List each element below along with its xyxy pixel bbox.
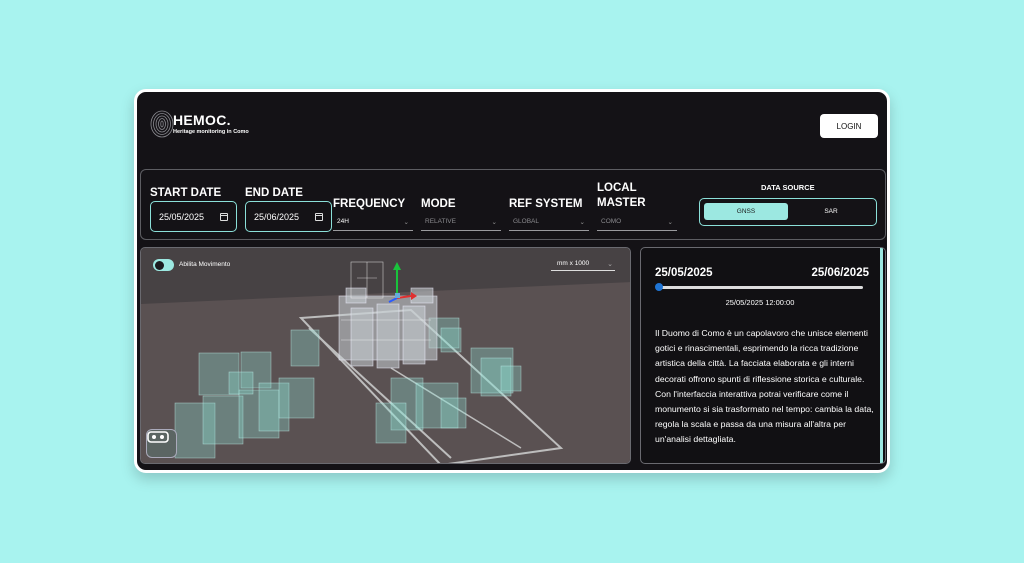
filters-bar: START DATE 25/05/2025 END DATE 25/06/202… bbox=[140, 169, 886, 240]
local-master-select[interactable]: COMO ⌄ bbox=[597, 213, 677, 231]
data-source-sar[interactable]: SAR bbox=[789, 203, 873, 220]
end-date-value: 25/06/2025 bbox=[254, 211, 300, 222]
current-timestamp: 25/05/2025 12:00:00 bbox=[725, 298, 795, 307]
range-end-date: 25/06/2025 bbox=[811, 267, 869, 279]
scale-value: mm x 1000 bbox=[557, 260, 590, 267]
data-source-toggle: GNSS SAR bbox=[699, 198, 877, 226]
calendar-icon[interactable] bbox=[315, 212, 323, 221]
frequency-label: FREQUENCY bbox=[333, 198, 406, 210]
app-subtitle: Heritage monitoring in Como bbox=[173, 129, 249, 135]
monument-description: Il Duomo di Como è un capolavoro che uni… bbox=[655, 328, 874, 445]
chevron-down-icon: ⌄ bbox=[607, 260, 613, 268]
chevron-down-icon: ⌄ bbox=[491, 218, 497, 226]
panel-scrollbar[interactable] bbox=[880, 248, 883, 463]
app-name: HEMOC. bbox=[173, 112, 231, 128]
end-date-input[interactable]: 25/06/2025 bbox=[245, 201, 332, 232]
range-start-date: 25/05/2025 bbox=[655, 267, 713, 279]
login-button[interactable]: LOGIN bbox=[820, 114, 878, 138]
time-slider-track[interactable] bbox=[657, 286, 863, 289]
vr-button[interactable] bbox=[146, 429, 177, 458]
movement-toggle[interactable] bbox=[153, 259, 174, 271]
start-date-label: START DATE bbox=[150, 187, 222, 199]
calendar-icon[interactable] bbox=[220, 212, 228, 221]
start-date-value: 25/05/2025 bbox=[159, 211, 205, 222]
ref-system-value: GLOBAL bbox=[513, 218, 540, 225]
start-date-input[interactable]: 25/05/2025 bbox=[150, 201, 237, 232]
movement-toggle-label: Abilita Movimento bbox=[179, 261, 231, 268]
frequency-select[interactable]: 24H ⌄ bbox=[333, 213, 413, 231]
logo: HEMOC. Heritage monitoring in Como bbox=[149, 108, 269, 142]
vr-headset-icon bbox=[147, 431, 169, 443]
app-window: HEMOC. Heritage monitoring in Como LOGIN… bbox=[134, 89, 890, 473]
3d-viewer[interactable]: Abilita Movimento mm x 1000 ⌄ bbox=[140, 247, 631, 464]
mode-value: RELATIVE bbox=[425, 218, 456, 225]
data-source-gnss[interactable]: GNSS bbox=[704, 203, 788, 220]
3d-scene[interactable] bbox=[141, 248, 631, 464]
chevron-down-icon: ⌄ bbox=[403, 218, 409, 226]
data-source-title: DATA SOURCE bbox=[761, 183, 815, 192]
frequency-value: 24H bbox=[337, 218, 349, 225]
mode-label: MODE bbox=[421, 198, 456, 210]
time-slider-thumb[interactable] bbox=[655, 283, 663, 291]
chevron-down-icon: ⌄ bbox=[667, 218, 673, 226]
chevron-down-icon: ⌄ bbox=[579, 218, 585, 226]
local-master-value: COMO bbox=[601, 218, 622, 225]
ref-system-label: REF SYSTEM bbox=[509, 198, 583, 210]
mode-select[interactable]: RELATIVE ⌄ bbox=[421, 213, 501, 231]
info-panel: 25/05/2025 25/06/2025 25/05/2025 12:00:0… bbox=[640, 247, 886, 464]
end-date-label: END DATE bbox=[245, 187, 303, 199]
local-master-label: LOCAL MASTER bbox=[597, 182, 646, 209]
ref-system-select[interactable]: GLOBAL ⌄ bbox=[509, 213, 589, 231]
scale-select[interactable]: mm x 1000 ⌄ bbox=[551, 257, 615, 271]
